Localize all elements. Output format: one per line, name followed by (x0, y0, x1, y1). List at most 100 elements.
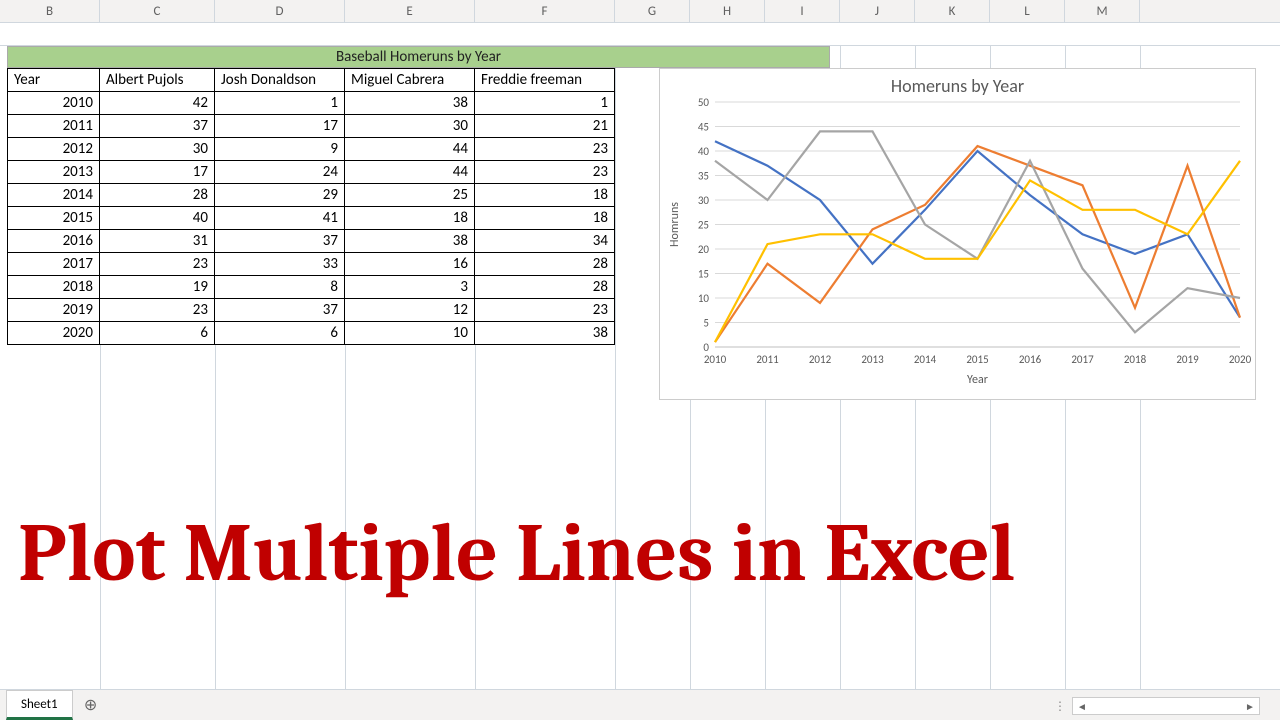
cell-value[interactable]: 6 (215, 322, 345, 345)
svg-text:2012: 2012 (809, 353, 832, 366)
cell-value[interactable]: 31 (100, 230, 215, 253)
table-header-row[interactable]: Year Albert Pujols Josh Donaldson Miguel… (8, 69, 615, 92)
cell-value[interactable]: 28 (475, 276, 615, 299)
merged-title-cell[interactable]: Baseball Homeruns by Year (7, 46, 830, 68)
cell-year[interactable]: 2020 (8, 322, 100, 345)
table-row[interactable]: 2018198328 (8, 276, 615, 299)
col-head-G[interactable]: G (615, 0, 690, 22)
cell-value[interactable]: 30 (100, 138, 215, 161)
table-row[interactable]: 2010421381 (8, 92, 615, 115)
add-sheet-button[interactable]: ⊕ (79, 693, 103, 717)
cell-year[interactable]: 2012 (8, 138, 100, 161)
cell-value[interactable]: 23 (475, 299, 615, 322)
header-pujols[interactable]: Albert Pujols (100, 69, 215, 92)
cell-value[interactable]: 23 (100, 299, 215, 322)
cell-year[interactable]: 2016 (8, 230, 100, 253)
table-row[interactable]: 201317244423 (8, 161, 615, 184)
cell-value[interactable]: 3 (345, 276, 475, 299)
cell-value[interactable]: 42 (100, 92, 215, 115)
table-row[interactable]: 201723331628 (8, 253, 615, 276)
table-row[interactable]: 2020661038 (8, 322, 615, 345)
cell-value[interactable]: 24 (215, 161, 345, 184)
header-freeman[interactable]: Freddie freeman (475, 69, 615, 92)
cell-year[interactable]: 2017 (8, 253, 100, 276)
svg-text:15: 15 (698, 268, 709, 281)
cell-value[interactable]: 17 (215, 115, 345, 138)
cell-value[interactable]: 28 (100, 184, 215, 207)
cell-year[interactable]: 2019 (8, 299, 100, 322)
cell-value[interactable]: 25 (345, 184, 475, 207)
col-head-B[interactable]: B (0, 0, 100, 22)
cell-value[interactable]: 23 (100, 253, 215, 276)
cell-value[interactable]: 37 (215, 230, 345, 253)
cell-value[interactable]: 17 (100, 161, 215, 184)
horizontal-scroll[interactable]: ⋮ ◄ ► (1054, 696, 1274, 716)
cell-value[interactable]: 12 (345, 299, 475, 322)
cell-value[interactable]: 38 (475, 322, 615, 345)
scroll-left-arrow-icon[interactable]: ◄ (1073, 700, 1091, 713)
cell-value[interactable]: 41 (215, 207, 345, 230)
col-head-C[interactable]: C (100, 0, 215, 22)
col-head-J[interactable]: J (840, 0, 915, 22)
col-head-I[interactable]: I (765, 0, 840, 22)
table-row[interactable]: 201540411818 (8, 207, 615, 230)
cell-value[interactable]: 38 (345, 92, 475, 115)
cell-value[interactable]: 29 (215, 184, 345, 207)
col-head-F[interactable]: F (475, 0, 615, 22)
header-year[interactable]: Year (8, 69, 100, 92)
col-head-E[interactable]: E (345, 0, 475, 22)
chart-title: Homeruns by Year (660, 75, 1255, 97)
cell-value[interactable]: 44 (345, 161, 475, 184)
cell-value[interactable]: 8 (215, 276, 345, 299)
header-donaldson[interactable]: Josh Donaldson (215, 69, 345, 92)
data-table[interactable]: Year Albert Pujols Josh Donaldson Miguel… (7, 68, 615, 345)
cell-value[interactable]: 9 (215, 138, 345, 161)
cell-value[interactable]: 37 (100, 115, 215, 138)
sheet-tab-sheet1[interactable]: Sheet1 (6, 690, 73, 720)
scroll-right-arrow-icon[interactable]: ► (1241, 700, 1259, 713)
col-head-M[interactable]: M (1065, 0, 1140, 22)
cell-value[interactable]: 21 (475, 115, 615, 138)
column-headers: B C D E F G H I J K L M (0, 0, 1280, 23)
col-head-K[interactable]: K (915, 0, 990, 22)
cell-value[interactable]: 18 (345, 207, 475, 230)
cell-year[interactable]: 2018 (8, 276, 100, 299)
blank-row-2[interactable] (0, 23, 1280, 46)
cell-year[interactable]: 2011 (8, 115, 100, 138)
cell-value[interactable]: 18 (475, 184, 615, 207)
cell-value[interactable]: 34 (475, 230, 615, 253)
cell-year[interactable]: 2010 (8, 92, 100, 115)
cell-value[interactable]: 37 (215, 299, 345, 322)
cell-value[interactable]: 1 (215, 92, 345, 115)
cell-value[interactable]: 28 (475, 253, 615, 276)
cell-value[interactable]: 16 (345, 253, 475, 276)
cell-value[interactable]: 1 (475, 92, 615, 115)
col-head-H[interactable]: H (690, 0, 765, 22)
cell-value[interactable]: 38 (345, 230, 475, 253)
sheet-tab-bar: Sheet1 ⊕ ⋮ ◄ ► (0, 689, 1280, 720)
table-row[interactable]: 20123094423 (8, 138, 615, 161)
cell-value[interactable]: 23 (475, 138, 615, 161)
header-cabrera[interactable]: Miguel Cabrera (345, 69, 475, 92)
cell-value[interactable]: 10 (345, 322, 475, 345)
col-head-D[interactable]: D (215, 0, 345, 22)
cell-value[interactable]: 40 (100, 207, 215, 230)
svg-text:2018: 2018 (1124, 353, 1147, 366)
cell-value[interactable]: 33 (215, 253, 345, 276)
cell-value[interactable]: 30 (345, 115, 475, 138)
cell-value[interactable]: 19 (100, 276, 215, 299)
cell-year[interactable]: 2014 (8, 184, 100, 207)
cell-value[interactable]: 44 (345, 138, 475, 161)
col-head-L[interactable]: L (990, 0, 1065, 22)
cell-year[interactable]: 2013 (8, 161, 100, 184)
table-row[interactable]: 201631373834 (8, 230, 615, 253)
table-row[interactable]: 201428292518 (8, 184, 615, 207)
cell-value[interactable]: 6 (100, 322, 215, 345)
cell-value[interactable]: 23 (475, 161, 615, 184)
svg-text:40: 40 (698, 145, 710, 158)
chart-homeruns-by-year[interactable]: Homeruns by Year 05101520253035404550201… (659, 68, 1256, 400)
table-row[interactable]: 201923371223 (8, 299, 615, 322)
cell-year[interactable]: 2015 (8, 207, 100, 230)
table-row[interactable]: 201137173021 (8, 115, 615, 138)
cell-value[interactable]: 18 (475, 207, 615, 230)
